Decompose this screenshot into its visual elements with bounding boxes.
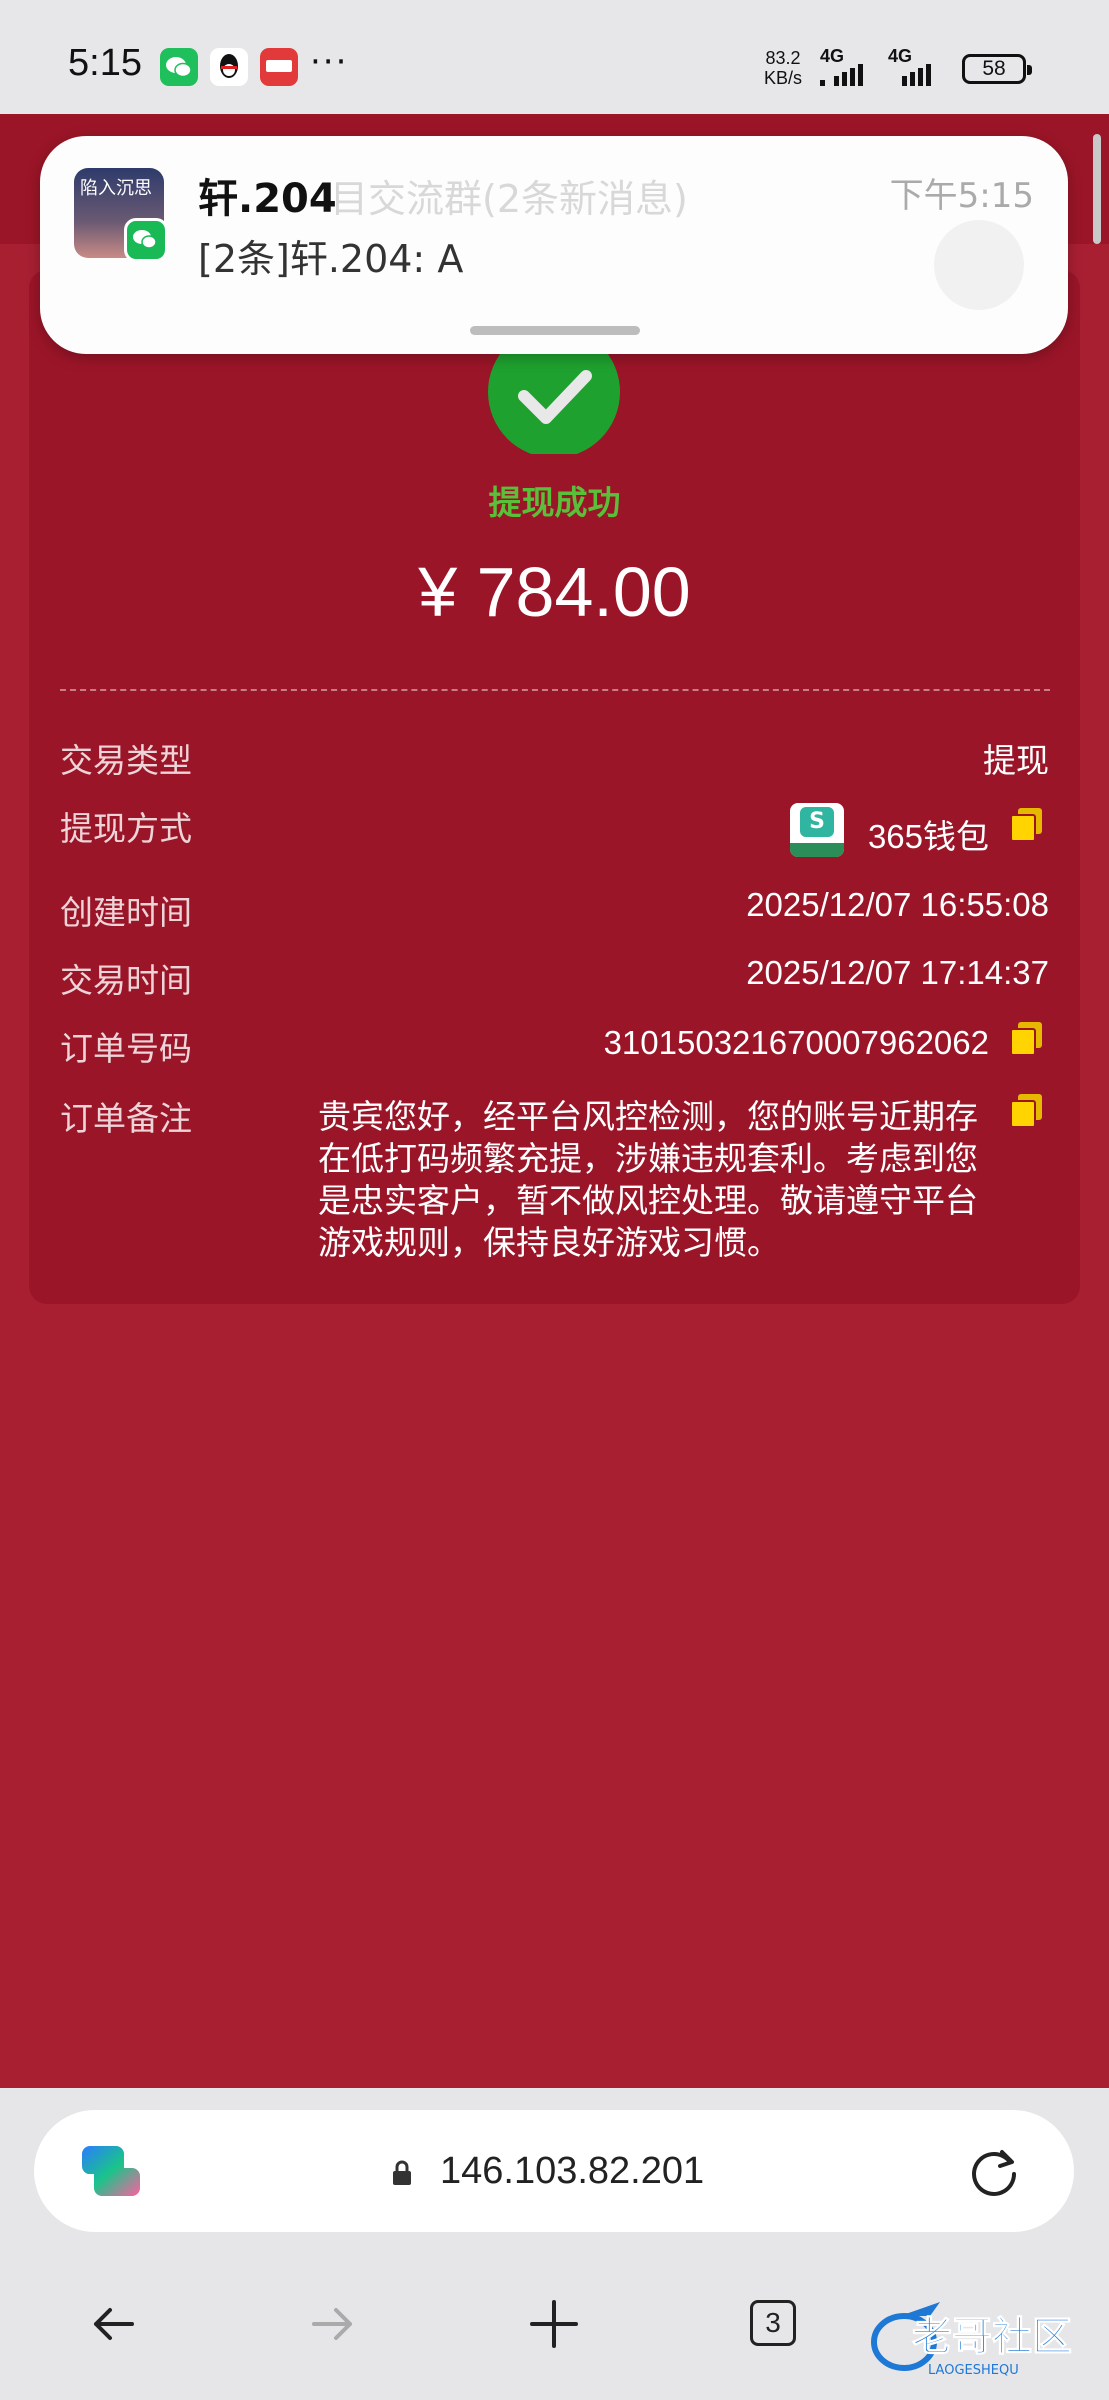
remark-value: 贵宾您好，经平台风控检测，您的账号近期存在低打码频繁充提，涉嫌违规套利。考虑到您… [318,1097,978,1262]
network-speed: 83.2 KB/s [764,48,802,88]
watermark-logo: 老哥社区 LAOGESHEQU [871,2302,1073,2378]
net-speed-unit: KB/s [764,68,803,88]
background-avatar [934,220,1024,310]
notification-time: 下午5:15 [889,176,1034,216]
copy-icon[interactable] [1010,808,1044,842]
copy-icon[interactable] [1010,1022,1044,1056]
watermark-subtext: LAOGESHEQU [928,2363,1019,2378]
background-chat-title: 目交流群(2条新消息) [330,177,688,221]
avatar-text: 陷入沉思 [80,178,152,199]
lock-icon [393,2160,411,2185]
status-bar: 5:15 ··· 83.2 KB/s 4G 4G 58 [0,0,1109,114]
trade-time-value: 2025/12/07 17:14:37 [746,954,1049,991]
copy-icon[interactable] [1010,1094,1044,1128]
more-notifications-icon: ··· [310,42,349,82]
order-number-label: 订单号码 [60,1029,192,1068]
notification-sender: 轩.204 [198,176,337,222]
created-value: 2025/12/07 16:55:08 [746,886,1049,923]
order-number-value: 3101503216700079620​62 [603,1024,989,1061]
forward-arrow-icon[interactable] [302,2294,362,2354]
wechat-notification[interactable]: 陷入沉思 轩.204 目交流群(2条新消息) [2条]轩.204: A 下午5:… [40,136,1068,354]
qq-icon [210,48,248,86]
scrollbar[interactable] [1093,134,1101,244]
copilot-icon[interactable] [80,2142,142,2200]
success-check-icon [488,338,620,454]
wallet-365-logo: S [790,803,844,857]
wechat-badge-icon [124,218,168,262]
withdraw-amount: ¥ 784.00 [418,553,691,631]
url-text[interactable]: 146.103.82.201 [440,2150,704,2193]
remark-label: 订单备注 [60,1099,192,1138]
status-time: 5:15 [68,42,142,84]
signal-bars-icon [902,64,931,86]
type-label: 交易类型 [60,741,192,780]
wallet-logo-text: S [800,807,834,837]
tab-count-button[interactable]: 3 [750,2300,796,2346]
method-label: 提现方式 [60,809,192,848]
signal-bars-icon [820,64,863,86]
type-value: 提现 [983,742,1049,779]
trade-time-label: 交易时间 [60,961,192,1000]
method-value: 365钱包 [867,818,989,855]
withdraw-status: 提现成功 [488,483,621,522]
reload-icon[interactable] [966,2144,1022,2200]
divider [60,689,1050,691]
kandian-app-icon [260,48,298,86]
new-tab-plus-icon[interactable] [524,2294,584,2354]
back-arrow-icon[interactable] [84,2294,144,2354]
watermark-text: 老哥社区 [912,2314,1072,2360]
created-label: 创建时间 [60,893,192,932]
notification-drag-handle[interactable] [470,326,640,335]
notification-message: [2条]轩.204: A [198,237,464,281]
net-speed-value: 83.2 [765,48,801,68]
wechat-icon [160,48,198,86]
battery-indicator: 58 [962,54,1032,84]
